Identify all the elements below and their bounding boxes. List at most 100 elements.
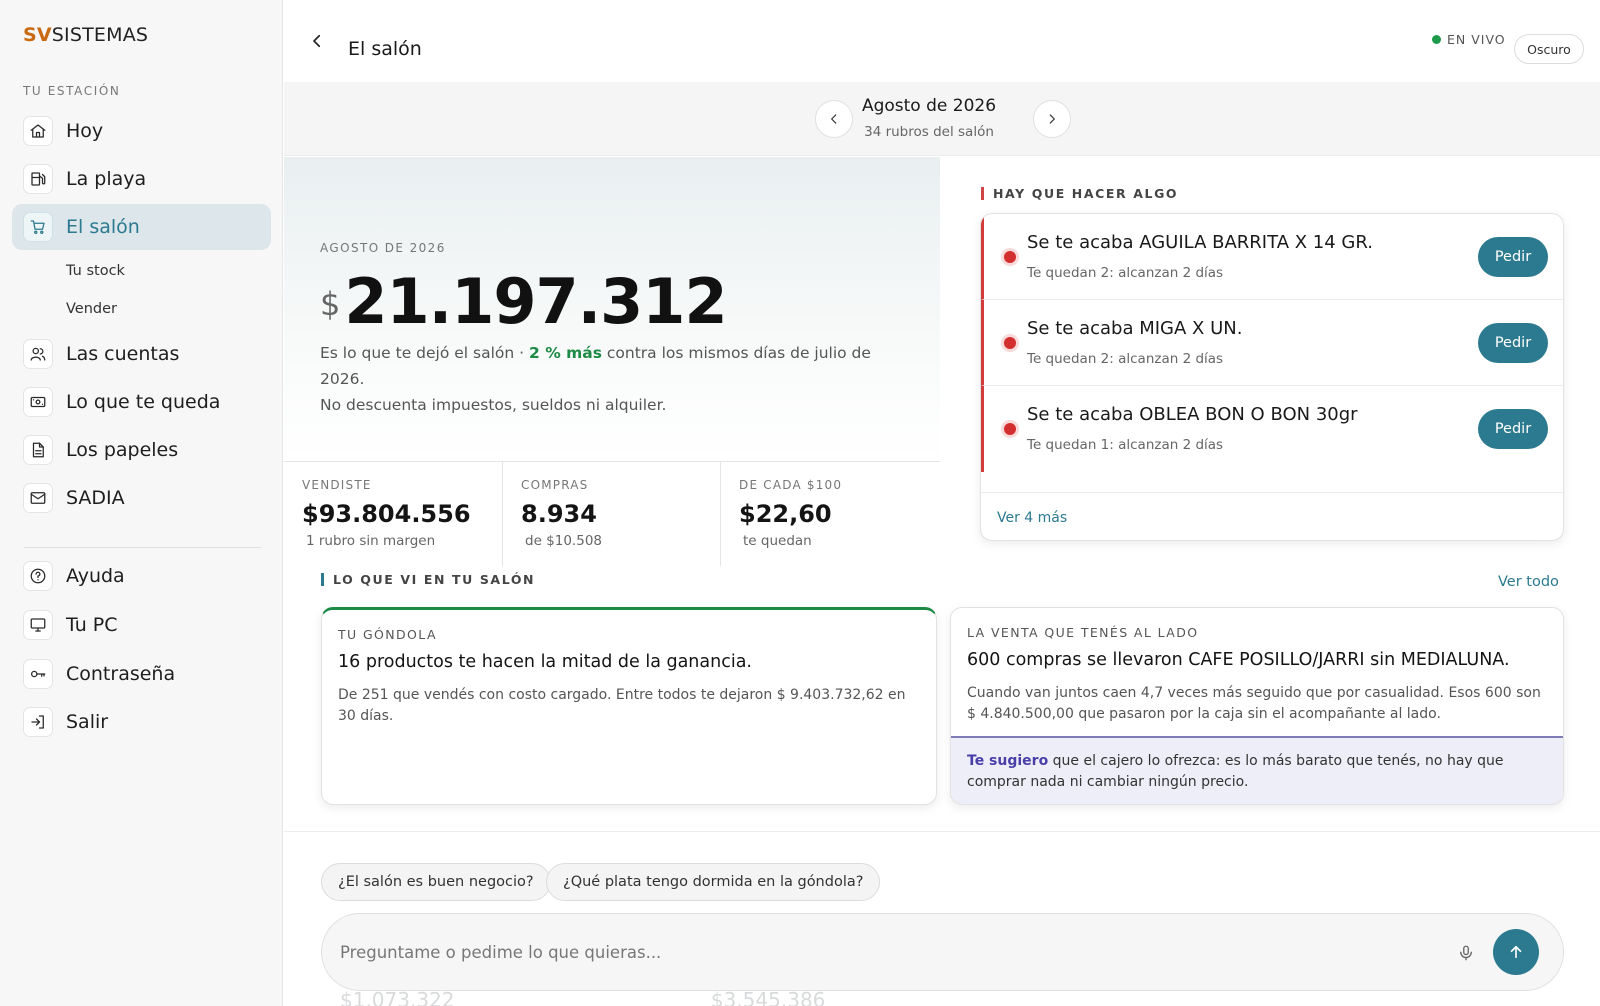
- alert-subtitle: Te quedan 2: alcanzan 2 días: [1027, 265, 1224, 281]
- alerts-divider: [981, 492, 1563, 493]
- arrow-up-icon: [1510, 945, 1522, 959]
- sidebar-item-label: Salir: [66, 711, 109, 733]
- prev-month-button[interactable]: [815, 100, 853, 138]
- alert-item: Se te acaba OBLEA BON O BON 30gr Te qued…: [981, 386, 1563, 472]
- sidebar-divider: [24, 547, 262, 548]
- insight-headline: 600 compras se llevaron CAFE POSILLO/JAR…: [967, 650, 1510, 670]
- order-button[interactable]: Pedir: [1478, 409, 1548, 449]
- sidebar-item-tu-pc[interactable]: Tu PC: [12, 602, 271, 648]
- period-title: Agosto de 2026: [861, 96, 997, 116]
- suggestion-chip[interactable]: ¿Qué plata tengo dormida en la góndola?: [546, 863, 881, 901]
- sidebar-item-las-cuentas[interactable]: Las cuentas: [12, 331, 271, 377]
- sidebar-item-label: Tu PC: [66, 614, 118, 636]
- theme-toggle-button[interactable]: Oscuro: [1514, 34, 1584, 64]
- document-icon: [23, 435, 53, 465]
- live-indicator: EN VIVO: [1432, 32, 1506, 47]
- alert-item: Se te acaba AGUILA BARRITA X 14 GR. Te q…: [981, 214, 1563, 300]
- home-icon: [23, 116, 53, 146]
- sidebar-item-ayuda[interactable]: Ayuda: [12, 553, 271, 599]
- alerts-heading: HAY QUE HACER ALGO: [981, 186, 1178, 201]
- order-button[interactable]: Pedir: [1478, 237, 1548, 277]
- page-title: El salón: [348, 38, 422, 60]
- chat-input[interactable]: [340, 934, 1420, 970]
- hero-description: Es lo que te dejó el salón · 2 % más con…: [320, 340, 920, 418]
- microphone-button[interactable]: [1453, 940, 1479, 966]
- cart-icon: [23, 212, 53, 242]
- sidebar-item-los-papeles[interactable]: Los papeles: [12, 427, 271, 473]
- hero-desc-pct: 2 % más: [529, 344, 602, 362]
- key-icon: [23, 659, 53, 689]
- period-selector: Agosto de 2026 34 rubros del salón: [284, 82, 1600, 156]
- hero-amount: $ 21.197.312: [320, 265, 728, 338]
- microphone-icon: [1460, 945, 1472, 961]
- alert-title: Se te acaba MIGA X UN.: [1027, 318, 1243, 339]
- sidebar-item-label: La playa: [66, 168, 147, 190]
- sidebar-item-contrasena[interactable]: Contraseña: [12, 651, 271, 697]
- alert-title: Se te acaba AGUILA BARRITA X 14 GR.: [1027, 232, 1373, 253]
- sidebar-item-label: SADIA: [66, 487, 125, 509]
- insight-body: Cuando van juntos caen 4,7 veces más seg…: [967, 685, 1541, 722]
- sidebar-item-label: Lo que te queda: [66, 391, 221, 413]
- insight-card-gondola[interactable]: TU GÓNDOLA 16 productos te hacen la mita…: [321, 607, 937, 805]
- stat-key: DE CADA $100: [739, 478, 843, 492]
- logout-icon: [23, 707, 53, 737]
- alert-subtitle: Te quedan 1: alcanzan 2 días: [1027, 437, 1224, 453]
- suggestion-text: que el cajero lo ofrezca: es lo más bara…: [967, 753, 1504, 790]
- alerts-heading-bar: [981, 187, 984, 200]
- fuel-pump-icon: [23, 164, 53, 194]
- brand-prefix: SV: [23, 24, 52, 46]
- monitor-icon: [23, 610, 53, 640]
- back-button[interactable]: [304, 28, 330, 54]
- sidebar-item-salir[interactable]: Salir: [12, 699, 271, 745]
- sidebar-item-hoy[interactable]: Hoy: [12, 108, 271, 154]
- alerts-card: Se te acaba AGUILA BARRITA X 14 GR. Te q…: [980, 213, 1564, 541]
- hero-label: AGOSTO DE 2026: [320, 241, 446, 255]
- suggestion-chip[interactable]: ¿El salón es buen negocio?: [321, 863, 551, 901]
- send-button[interactable]: [1493, 929, 1539, 975]
- alert-dot-icon: [1004, 251, 1016, 263]
- sidebar-subitem-vender[interactable]: Vender: [66, 301, 117, 317]
- alert-subtitle: Te quedan 2: alcanzan 2 días: [1027, 351, 1224, 367]
- brand-name: SISTEMAS: [51, 24, 149, 46]
- live-label: EN VIVO: [1447, 32, 1506, 47]
- order-button[interactable]: Pedir: [1478, 323, 1548, 363]
- see-more-alerts-link[interactable]: Ver 4 más: [997, 510, 1067, 526]
- stat-value: 8.934: [521, 500, 597, 528]
- chat-composer: [321, 913, 1564, 991]
- stat-compras: COMPRAS 8.934 de $10.508: [502, 462, 720, 566]
- sidebar-item-el-salon[interactable]: El salón: [12, 204, 271, 250]
- chevron-left-icon: [313, 34, 321, 48]
- hero-summary: AGOSTO DE 2026 $ 21.197.312 Es lo que te…: [284, 157, 940, 461]
- brand-logo[interactable]: SVSISTEMAS: [23, 24, 148, 46]
- stat-key: VENDISTE: [302, 478, 372, 492]
- sidebar-item-sadia[interactable]: SADIA: [12, 475, 271, 521]
- next-month-button[interactable]: [1033, 100, 1071, 138]
- alert-title: Se te acaba OBLEA BON O BON 30gr: [1027, 404, 1358, 425]
- period-subtitle: 34 rubros del salón: [864, 124, 994, 140]
- alert-dot-icon: [1004, 423, 1016, 435]
- hero-desc-line2: No descuenta impuestos, sueldos ni alqui…: [320, 396, 667, 414]
- suggestion-emphasis: Te sugiero: [967, 753, 1049, 769]
- sidebar-item-lo-que-te-queda[interactable]: Lo que te queda: [12, 379, 271, 425]
- sidebar-subitem-tu-stock[interactable]: Tu stock: [66, 263, 125, 279]
- sidebar-item-la-playa[interactable]: La playa: [12, 156, 271, 202]
- cash-icon: [23, 387, 53, 417]
- sidebar-item-label: El salón: [66, 216, 140, 238]
- insights-heading: LO QUE VI EN TU SALÓN: [321, 572, 535, 587]
- page-header: El salón EN VIVO Oscuro: [284, 0, 1600, 82]
- see-all-insights-link[interactable]: Ver todo: [1498, 574, 1559, 590]
- sidebar: SVSISTEMAS TU ESTACIÓN Hoy La playa El s…: [0, 0, 283, 1006]
- stats-row: VENDISTE $93.804.556 1 rubro sin margen …: [284, 461, 940, 566]
- chat-divider: [284, 831, 1600, 832]
- live-dot-icon: [1432, 35, 1441, 44]
- help-icon: [23, 561, 53, 591]
- stat-value: $93.804.556: [302, 500, 471, 528]
- insights-heading-bar: [321, 573, 324, 586]
- insight-kicker: LA VENTA QUE TENÉS AL LADO: [967, 625, 1199, 640]
- insight-body: De 251 que vendés con costo cargado. Ent…: [338, 687, 906, 724]
- alert-item: Se te acaba MIGA X UN. Te quedan 2: alca…: [981, 300, 1563, 386]
- insight-suggestion: Te sugiero que el cajero lo ofrezca: es …: [951, 736, 1563, 804]
- insight-card-venta-al-lado[interactable]: LA VENTA QUE TENÉS AL LADO 600 compras s…: [950, 607, 1564, 805]
- hero-currency: $: [320, 285, 341, 323]
- stat-sub: te quedan: [743, 533, 812, 549]
